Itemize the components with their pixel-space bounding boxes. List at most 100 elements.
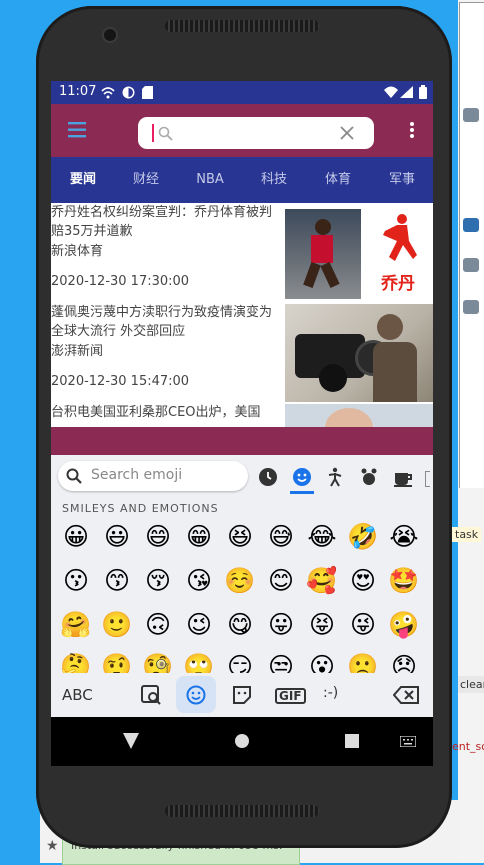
- emoji-key[interactable]: 🤪: [385, 606, 423, 644]
- ide-tool-icon[interactable]: [463, 108, 479, 122]
- ide-clean-button[interactable]: clean: [458, 676, 484, 693]
- news-source: 新浪体育: [51, 244, 104, 259]
- emoji-key[interactable]: 😁: [180, 518, 218, 556]
- tab-smileys[interactable]: [290, 464, 314, 494]
- emoji-grid-partial-row: 🤔 🤨 🧐 🙄 😏 😒 😮 🙁 😞: [57, 650, 429, 673]
- emoji-key[interactable]: 🙂: [98, 606, 136, 644]
- tab-finance[interactable]: 财经: [122, 157, 170, 203]
- emoji-key[interactable]: 😘: [180, 562, 218, 600]
- text-cursor: [152, 124, 154, 142]
- news-source: 澎湃新闻: [51, 344, 104, 359]
- emoji-key[interactable]: 😉: [180, 606, 218, 644]
- search-icon: [158, 126, 173, 141]
- emoji-key[interactable]: 🤗: [57, 606, 95, 644]
- emoji-key[interactable]: 😮: [303, 650, 341, 673]
- emoji-tab-button[interactable]: [176, 676, 216, 713]
- news-thumbnail: [285, 304, 433, 402]
- emoji-key[interactable]: 😂: [303, 518, 341, 556]
- emoji-key[interactable]: 😊: [262, 562, 300, 600]
- emoji-key[interactable]: 🙃: [139, 606, 177, 644]
- emoji-key[interactable]: 🙁: [344, 650, 382, 673]
- front-camera: [104, 29, 116, 41]
- emoji-key[interactable]: 😒: [262, 650, 300, 673]
- recent-emoji-icon[interactable]: [258, 467, 282, 491]
- animals-category-icon[interactable]: [359, 467, 379, 487]
- battery-icon: [419, 85, 427, 99]
- tab-sports[interactable]: 体育: [314, 157, 362, 203]
- ide-tool-icon[interactable]: [463, 300, 479, 314]
- activity-category-icon[interactable]: [325, 467, 345, 487]
- app-bar: [51, 104, 433, 157]
- emoji-key[interactable]: ☺️: [221, 562, 259, 600]
- emoji-grid: 😀 😃 😄 😁 😆 😅 😂 🤣 😭 😗 😙 😚 😘 ☺️ 😊 🥰 😍 🤩 🤗 🙂…: [57, 518, 429, 646]
- emoji-key[interactable]: 😏: [221, 650, 259, 673]
- tab-military[interactable]: 军事: [378, 157, 426, 203]
- emoji-smiley-icon: [186, 685, 206, 705]
- emoji-key[interactable]: 😞: [385, 650, 423, 673]
- brand-logo: 乔丹: [361, 209, 433, 299]
- emoji-key[interactable]: 🙄: [180, 650, 218, 673]
- emoji-key[interactable]: 🤨: [98, 650, 136, 673]
- backspace-icon[interactable]: [393, 686, 419, 704]
- news-thumbnail: [285, 404, 433, 427]
- ide-popup-panel: [459, 2, 484, 488]
- food-category-icon[interactable]: [393, 467, 413, 487]
- clear-icon[interactable]: [340, 126, 354, 140]
- emoji-key[interactable]: 😚: [139, 562, 177, 600]
- search-input[interactable]: [176, 123, 330, 145]
- news-title: 乔丹姓名权纠纷案宣判：乔丹体育被判赔35万并道歉: [51, 205, 273, 239]
- news-item[interactable]: 台积电美国亚利桑那CEO出炉，美国: [51, 403, 433, 427]
- emoji-search-placeholder: Search emoji: [91, 467, 183, 483]
- emoji-key[interactable]: 🥰: [303, 562, 341, 600]
- emoji-key[interactable]: 🧐: [139, 650, 177, 673]
- emoji-key[interactable]: 😋: [221, 606, 259, 644]
- emoji-key[interactable]: 😆: [221, 518, 259, 556]
- emoji-key[interactable]: 😝: [303, 606, 341, 644]
- home-icon[interactable]: [235, 734, 249, 748]
- search-icon: [66, 468, 82, 484]
- emoji-key[interactable]: 😍: [344, 562, 382, 600]
- tab-nba[interactable]: NBA: [186, 157, 234, 203]
- tab-tech[interactable]: 科技: [250, 157, 298, 203]
- jumpman-logo-icon: [383, 214, 417, 261]
- news-list: 乔丹姓名权纠纷案宣判：乔丹体育被判赔35万并道歉 新浪体育 2020-12-30…: [51, 203, 433, 427]
- news-thumbnail: 乔丹: [285, 209, 433, 299]
- emoji-key[interactable]: 🤣: [344, 518, 382, 556]
- news-item[interactable]: 蓬佩奥污蔑中方渎职行为致疫情演变为全球大流行 外交部回应 澎湃新闻 2020-1…: [51, 303, 433, 403]
- news-item[interactable]: 乔丹姓名权纠纷案宣判：乔丹体育被判赔35万并道歉 新浪体育 2020-12-30…: [51, 203, 433, 303]
- sticker-icon[interactable]: [232, 685, 252, 705]
- emoji-search-field[interactable]: Search emoji: [58, 461, 248, 491]
- news-title: 蓬佩奥污蔑中方渎职行为致疫情演变为全球大流行 外交部回应: [51, 305, 273, 339]
- emoji-key[interactable]: 😄: [139, 518, 177, 556]
- emoticon-button[interactable]: :-): [323, 685, 338, 701]
- ide-tool-icon[interactable]: [463, 258, 479, 272]
- more-options-icon[interactable]: [410, 122, 414, 138]
- signal-icon: [400, 86, 413, 98]
- emoji-key[interactable]: 😅: [262, 518, 300, 556]
- search-box[interactable]: [138, 117, 374, 149]
- tab-headlines[interactable]: 要闻: [59, 157, 107, 203]
- abc-button[interactable]: ABC: [62, 686, 93, 704]
- status-time: 11:07: [59, 84, 97, 99]
- ide-code-event: ent_so: [452, 740, 484, 753]
- sd-card-icon: [142, 86, 153, 99]
- data-saver-icon: [122, 86, 135, 99]
- back-icon[interactable]: [123, 733, 139, 749]
- emoji-key[interactable]: 😗: [57, 562, 95, 600]
- recents-icon[interactable]: [345, 734, 359, 748]
- gif-button[interactable]: GIF: [275, 688, 306, 704]
- emoji-key[interactable]: 😛: [262, 606, 300, 644]
- more-categories-icon[interactable]: [425, 471, 430, 487]
- sticker-search-icon[interactable]: [141, 685, 161, 705]
- keyboard-switch-icon[interactable]: [400, 736, 416, 747]
- emoji-key[interactable]: 🤔: [57, 650, 95, 673]
- ide-tool-icon[interactable]: [463, 218, 479, 232]
- news-title: 台积电美国亚利桑那CEO出炉，美国: [51, 405, 261, 420]
- menu-icon[interactable]: [68, 122, 86, 138]
- emoji-key[interactable]: 😭: [385, 518, 423, 556]
- emoji-key[interactable]: 😀: [57, 518, 95, 556]
- emoji-key[interactable]: 😙: [98, 562, 136, 600]
- emoji-key[interactable]: 😜: [344, 606, 382, 644]
- emoji-key[interactable]: 😃: [98, 518, 136, 556]
- emoji-key[interactable]: 🤩: [385, 562, 423, 600]
